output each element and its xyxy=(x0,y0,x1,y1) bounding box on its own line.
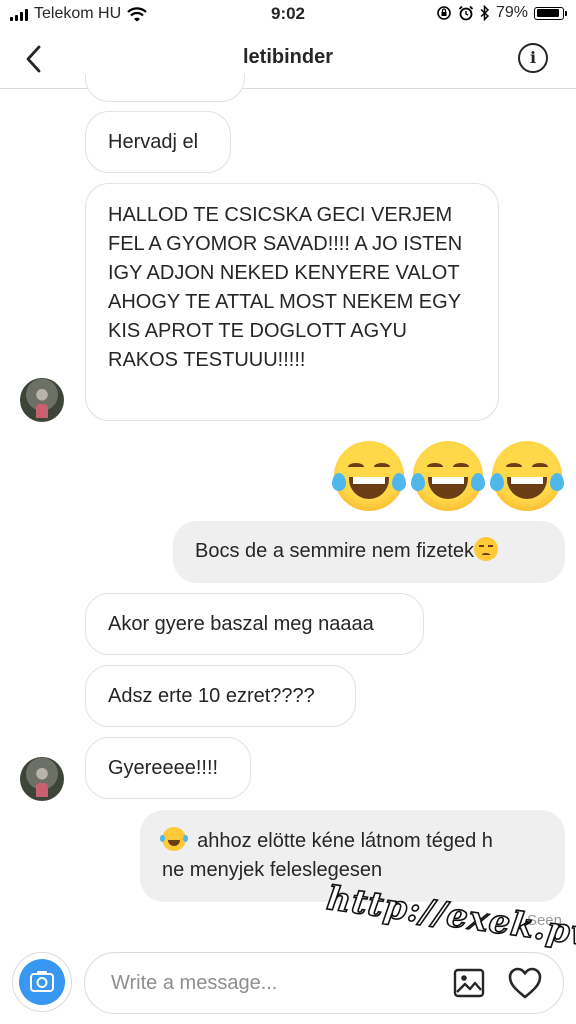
message-bubble-incoming[interactable]: Gyereeee!!!! xyxy=(85,737,251,799)
message-bubble-incoming[interactable]: Hervadj el xyxy=(85,111,231,173)
avatar[interactable] xyxy=(20,378,64,422)
battery-icon xyxy=(534,6,567,20)
message-text: ahhoz elötte kéne látnom téged h xyxy=(197,830,493,852)
heart-icon[interactable] xyxy=(507,966,543,1000)
message-bubble-outgoing[interactable]: Bocs de a semmire nem fizetek xyxy=(173,521,565,583)
message-line: ahhoz elötte kéne látnom téged h xyxy=(160,827,543,856)
camera-button[interactable] xyxy=(12,952,72,1012)
message-bubble-cutoff xyxy=(85,74,245,102)
message-text: Hervadj el xyxy=(108,131,199,153)
bluetooth-icon xyxy=(480,5,490,21)
message-text: Gyereeee!!!! xyxy=(108,757,219,779)
message-input[interactable] xyxy=(109,967,433,999)
message-text: Adsz erte 10 ezret???? xyxy=(108,685,315,707)
conversation-title[interactable]: letibinder xyxy=(0,46,576,69)
message-text: HALLOD TE CSICSKA GECI VERJEM FEL A GYOM… xyxy=(108,204,463,371)
orientation-lock-icon xyxy=(437,6,451,20)
tears-of-joy-small-icon xyxy=(160,827,186,851)
message-bubble-incoming[interactable]: HALLOD TE CSICSKA GECI VERJEM FEL A GYOM… xyxy=(85,183,499,421)
battery-percent: 79% xyxy=(495,4,528,21)
alarm-icon xyxy=(458,5,474,21)
status-right: 79% xyxy=(436,4,567,22)
message-bubble-incoming[interactable]: Adsz erte 10 ezret???? xyxy=(85,665,356,727)
tears-of-joy-emoji-icon[interactable] xyxy=(490,441,564,511)
pensive-face-icon xyxy=(474,537,498,561)
message-text: Bocs de a semmire nem fizetek xyxy=(195,540,474,562)
status-bar: Telekom HU 9:02 79% xyxy=(0,0,576,30)
message-text: Akor gyere baszal meg naaaa xyxy=(108,613,374,635)
message-composer xyxy=(84,952,564,1014)
message-bubble-incoming[interactable]: Akor gyere baszal meg naaaa xyxy=(85,593,424,655)
info-icon[interactable]: i xyxy=(518,43,548,73)
tears-of-joy-emoji-icon[interactable] xyxy=(411,441,485,511)
tears-of-joy-emoji-icon[interactable] xyxy=(332,441,406,511)
avatar[interactable] xyxy=(20,757,64,801)
camera-icon xyxy=(19,959,65,1005)
gallery-icon[interactable] xyxy=(453,967,485,999)
